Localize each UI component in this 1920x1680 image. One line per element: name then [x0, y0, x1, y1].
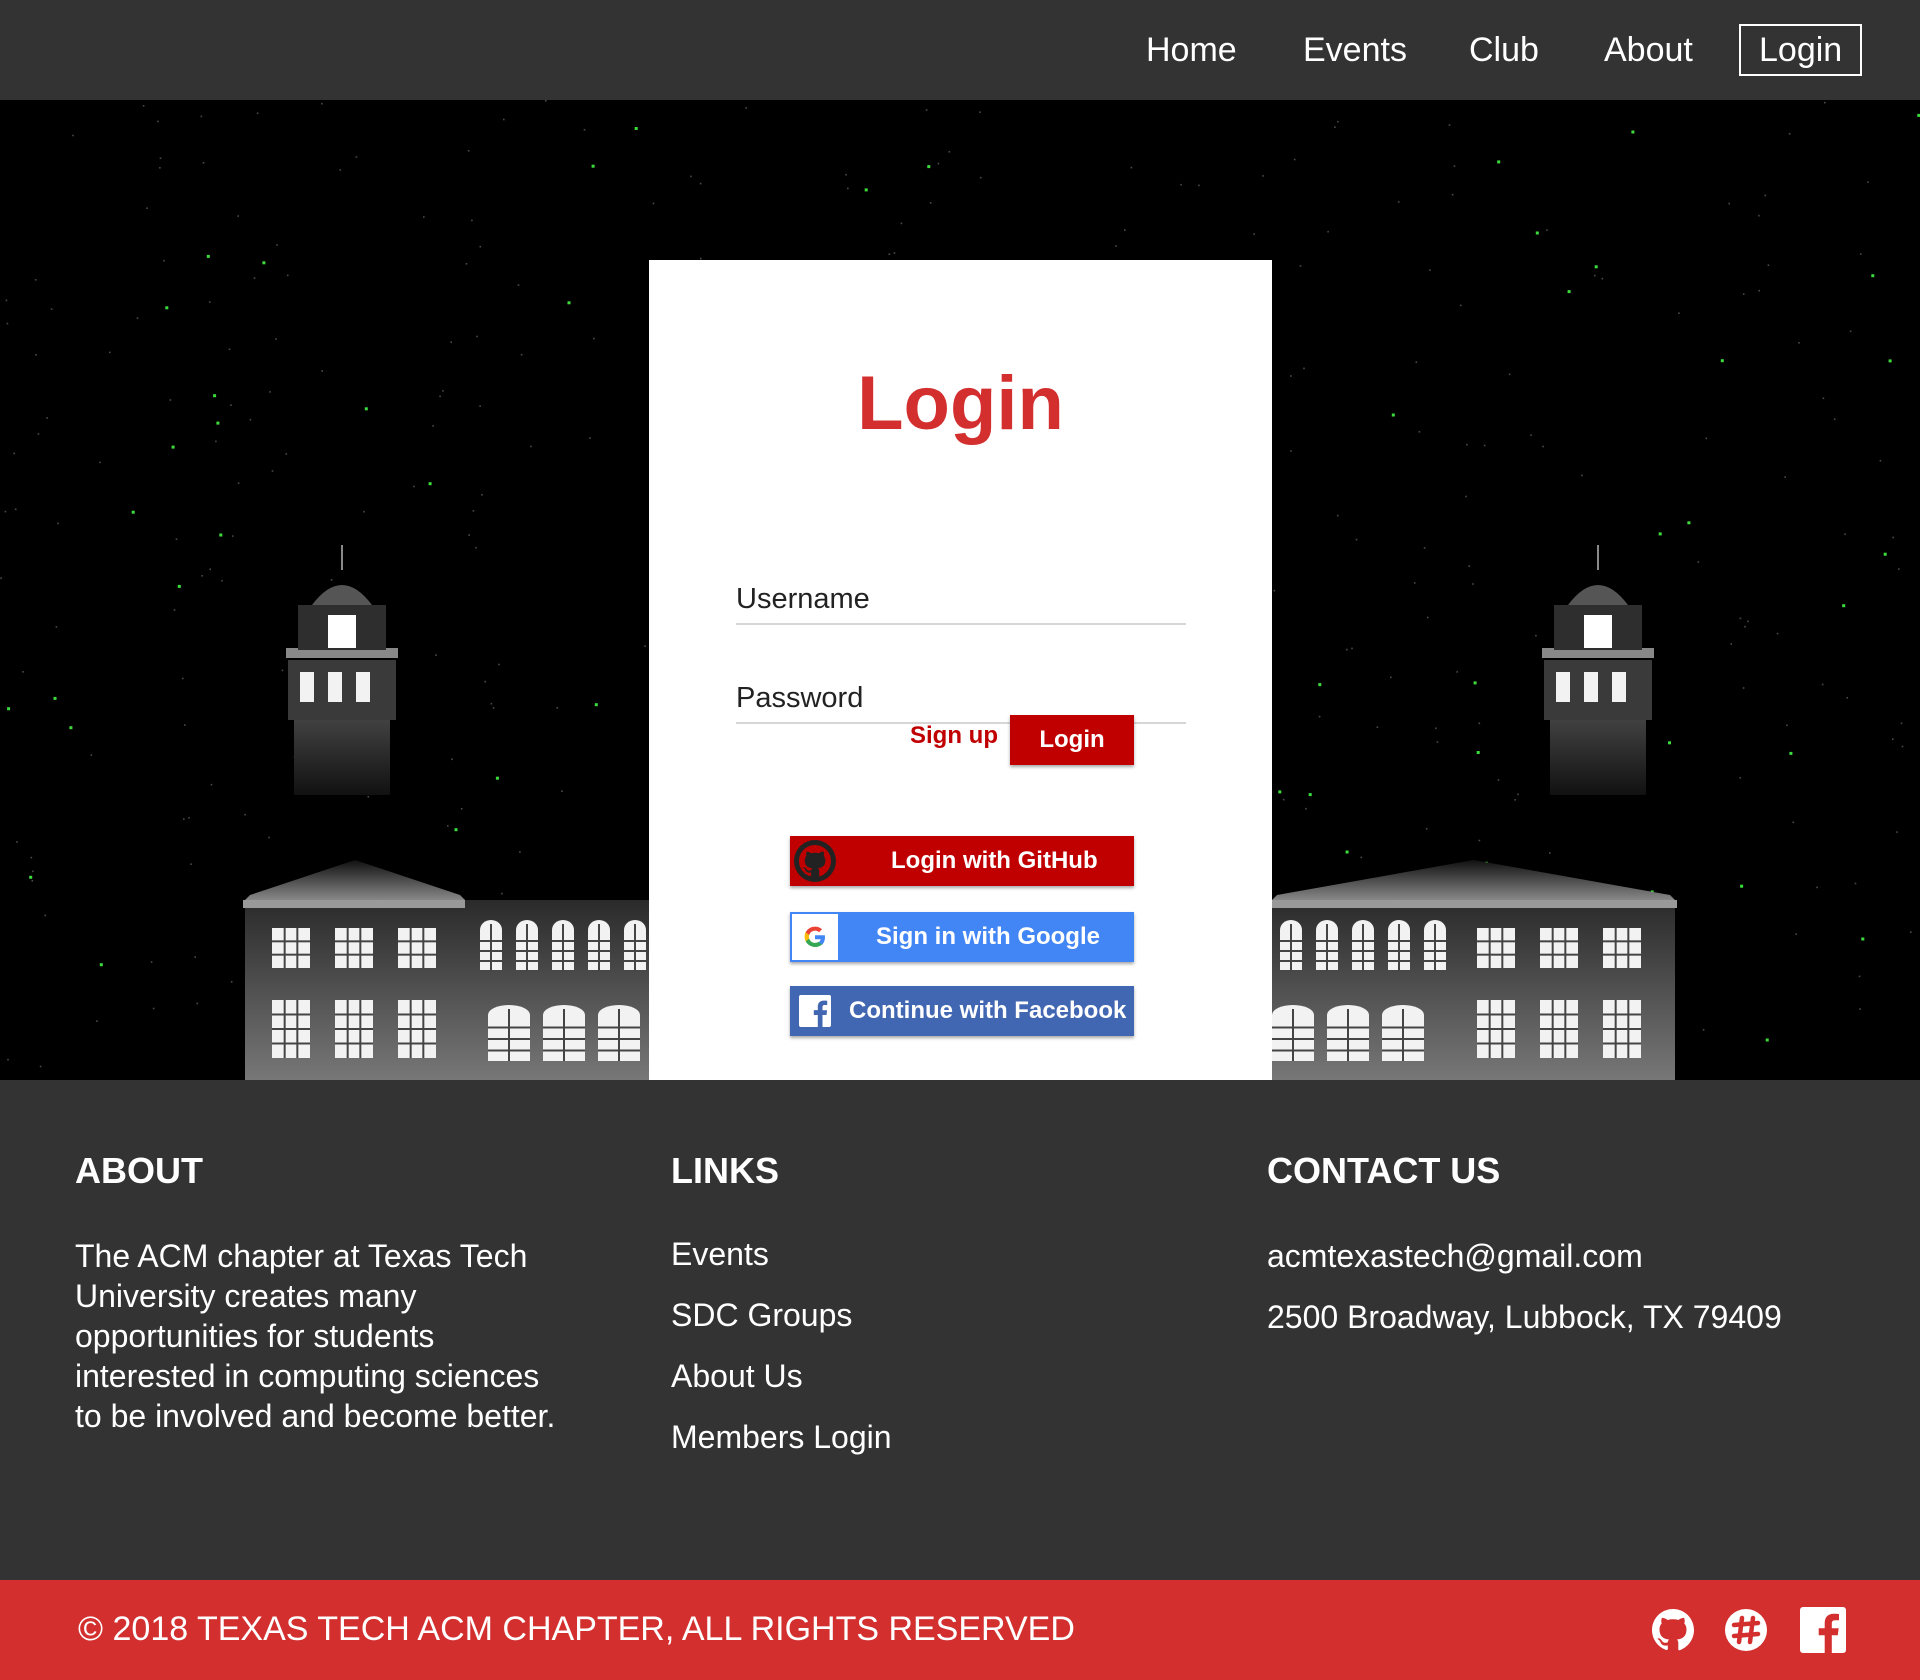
username-input[interactable] — [736, 575, 1186, 623]
google-icon — [792, 914, 838, 960]
about-line: to be involved and become better. — [75, 1398, 556, 1434]
facebook-button-label: Continue with Facebook — [849, 997, 1127, 1024]
github-icon — [792, 838, 838, 884]
footer-about-heading: ABOUT — [75, 1150, 203, 1191]
copyright-bar: © 2018 TEXAS TECH ACM CHAPTER, ALL RIGHT… — [0, 1580, 1920, 1680]
about-line: opportunities for students — [75, 1318, 435, 1354]
slack-icon[interactable] — [1723, 1607, 1769, 1653]
username-field — [736, 575, 1186, 625]
login-card: Login Sign up Login Login with GitHub — [649, 260, 1272, 1080]
facebook-login-button[interactable]: Continue with Facebook — [790, 986, 1134, 1036]
google-login-button[interactable]: Sign in with Google — [790, 912, 1134, 962]
about-line: interested in computing sciences — [75, 1358, 540, 1394]
facebook-icon — [792, 988, 838, 1034]
hero-background: Login Sign up Login Login with GitHub — [0, 100, 1920, 1080]
top-navbar: Home Events Club About Login — [0, 0, 1920, 100]
nav-club-link[interactable]: Club — [1469, 24, 1539, 76]
nav-login-button[interactable]: Login — [1739, 24, 1863, 76]
facebook-icon[interactable] — [1800, 1607, 1846, 1653]
github-login-button[interactable]: Login with GitHub — [790, 836, 1134, 886]
github-icon[interactable] — [1650, 1607, 1696, 1653]
footer-about-text: The ACM chapter at Texas Tech University… — [75, 1236, 555, 1436]
footer-links-heading: LINKS — [671, 1150, 779, 1191]
contact-address: 2500 Broadway, Lubbock, TX 79409 — [1267, 1299, 1782, 1335]
footer: ABOUT The ACM chapter at Texas Tech Univ… — [0, 1080, 1920, 1580]
footer-link-about-us[interactable]: About Us — [671, 1358, 803, 1395]
copyright-text: © 2018 TEXAS TECH ACM CHAPTER, ALL RIGHT… — [78, 1610, 1075, 1648]
contact-email[interactable]: acmtexastech@gmail.com — [1267, 1236, 1643, 1276]
nav-about-link[interactable]: About — [1604, 24, 1693, 76]
signup-link[interactable]: Sign up — [910, 722, 998, 750]
nav-home-link[interactable]: Home — [1146, 24, 1237, 76]
about-line: University creates many — [75, 1278, 417, 1314]
login-title: Login — [857, 361, 1064, 446]
login-submit-button[interactable]: Login — [1010, 715, 1134, 765]
nav-events-link[interactable]: Events — [1303, 24, 1407, 76]
footer-link-sdc-groups[interactable]: SDC Groups — [671, 1297, 852, 1334]
github-button-label: Login with GitHub — [891, 847, 1098, 874]
about-line: The ACM chapter at Texas Tech — [75, 1238, 528, 1274]
google-button-label: Sign in with Google — [876, 923, 1100, 950]
footer-link-events[interactable]: Events — [671, 1236, 769, 1273]
footer-link-members-login[interactable]: Members Login — [671, 1419, 892, 1456]
footer-contact-heading: CONTACT US — [1267, 1150, 1501, 1191]
